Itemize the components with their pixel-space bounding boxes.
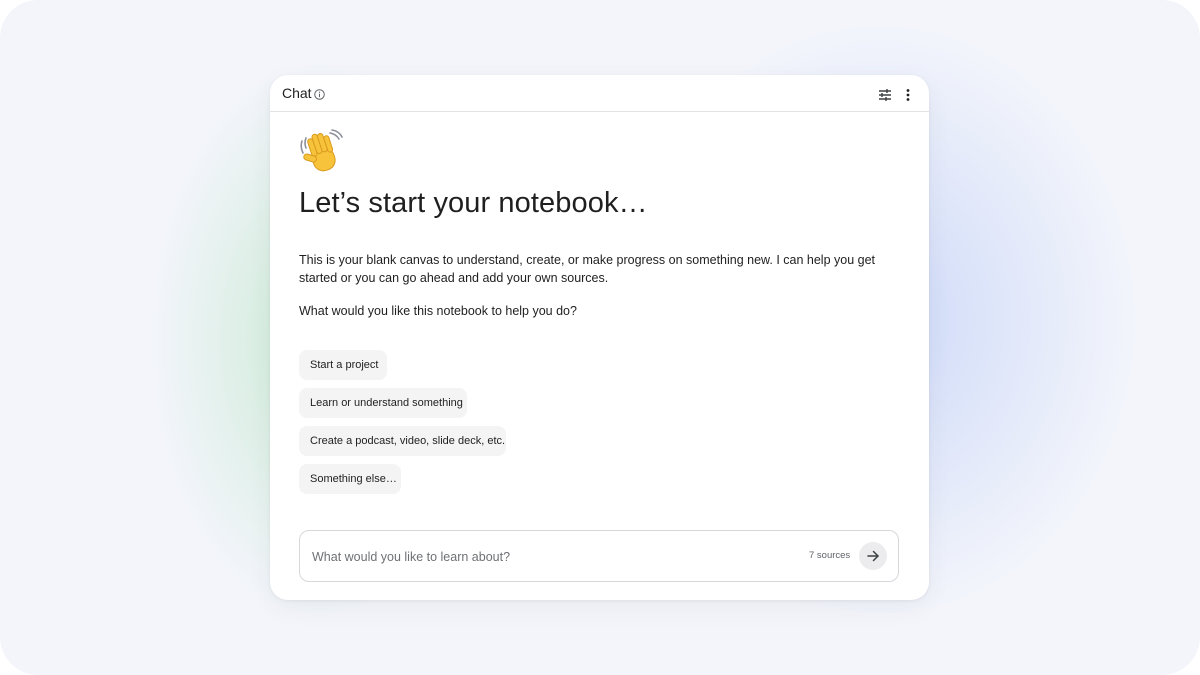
chat-panel: Chat Let’s start your notebook… This is … (270, 75, 929, 600)
suggestion-create-media[interactable]: Create a podcast, video, slide deck, etc… (299, 426, 506, 456)
sources-count: 7 sources (809, 550, 851, 561)
suggestion-start-project[interactable]: Start a project (299, 350, 387, 380)
waving-hand-icon (300, 129, 343, 172)
arrow-right-icon (867, 550, 879, 562)
chat-input[interactable] (310, 545, 794, 569)
info-icon[interactable] (314, 89, 325, 100)
chat-header: Chat (270, 75, 929, 112)
tune-icon[interactable] (878, 88, 892, 102)
send-button[interactable] (859, 542, 887, 570)
intro-text: This is your blank canvas to understand,… (299, 253, 876, 285)
chat-title: Chat (282, 85, 312, 101)
prompt-question: What would you like this notebook to hel… (299, 304, 577, 318)
chat-composer: 7 sources (299, 530, 899, 582)
suggestion-something-else[interactable]: Something else… (299, 464, 401, 494)
more-vert-icon[interactable] (902, 88, 914, 102)
suggestion-learn-understand[interactable]: Learn or understand something (299, 388, 467, 418)
page-headline: Let’s start your notebook… (299, 187, 648, 219)
